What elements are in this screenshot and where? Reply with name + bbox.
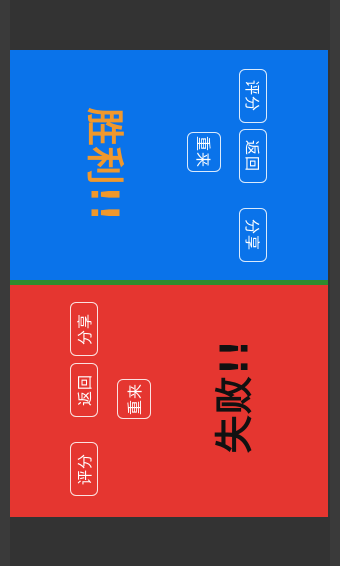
loser-share-button[interactable]: 分享: [70, 302, 98, 356]
loser-title: 失败!!: [212, 338, 257, 454]
loser-panel: 失败!! 重来 分享 返回 评分: [10, 285, 328, 517]
loser-rate-button[interactable]: 评分: [70, 442, 98, 496]
left-frame-bar: [0, 0, 10, 566]
game-screen: 胜利!! 重来 评分 返回 分享 失败!! 重来 分享 返回 评分: [0, 0, 340, 566]
winner-share-button[interactable]: 分享: [239, 208, 267, 262]
loser-back-button[interactable]: 返回: [70, 363, 98, 417]
winner-panel: 胜利!! 重来 评分 返回 分享: [10, 50, 328, 280]
right-frame-bar: [330, 0, 340, 566]
winner-rate-button[interactable]: 评分: [239, 69, 267, 123]
loser-restart-button[interactable]: 重来: [117, 379, 151, 419]
winner-back-button[interactable]: 返回: [239, 129, 267, 183]
winner-restart-button[interactable]: 重来: [187, 132, 221, 172]
winner-title: 胜利!!: [82, 107, 127, 223]
